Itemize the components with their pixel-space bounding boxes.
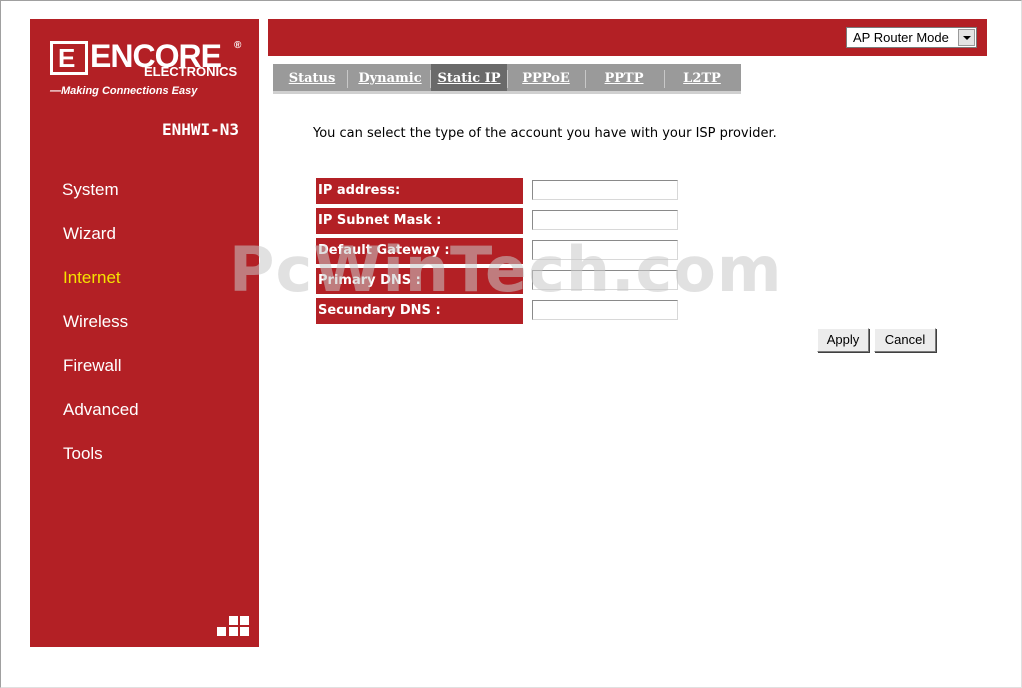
tab-pppoe[interactable]: PPPoE xyxy=(509,64,583,91)
tab-status[interactable]: Status xyxy=(281,64,343,91)
tab-bar: Status Dynamic IP Static IP PPPoE PPTP L… xyxy=(273,64,741,116)
sidebar-nav: System Wizard Internet Wireless Firewall… xyxy=(30,177,259,485)
field-label: IP address: xyxy=(316,178,523,204)
mode-select[interactable]: AP Router Mode xyxy=(846,27,977,48)
sidebar-item-wireless[interactable]: Wireless xyxy=(30,309,259,353)
chevron-down-icon[interactable] xyxy=(958,29,975,46)
sidebar: E ENCORE ® ELECTRONICS —Making Connectio… xyxy=(30,19,259,647)
sidebar-item-tools[interactable]: Tools xyxy=(30,441,259,485)
grid-icon xyxy=(217,616,250,638)
sidebar-item-system[interactable]: System xyxy=(30,177,259,221)
intro-text: You can select the type of the account y… xyxy=(313,126,777,141)
ip-address-input[interactable] xyxy=(532,180,678,200)
subnet-mask-input[interactable] xyxy=(532,210,678,230)
sidebar-item-wizard[interactable]: Wizard xyxy=(30,221,259,265)
sidebar-item-advanced[interactable]: Advanced xyxy=(30,397,259,441)
tab-divider xyxy=(347,70,348,88)
field-label: Default Gateway : xyxy=(316,238,523,264)
default-gateway-input[interactable] xyxy=(532,240,678,260)
apply-button[interactable]: Apply xyxy=(817,328,869,352)
cancel-button[interactable]: Cancel xyxy=(874,328,936,352)
tab-dynamic-ip[interactable]: Dynamic IP xyxy=(350,64,430,116)
field-label: IP Subnet Mask : xyxy=(316,208,523,234)
header-bar: AP Router Mode xyxy=(268,19,987,56)
tab-pptp[interactable]: PPTP xyxy=(587,64,661,91)
sidebar-item-firewall[interactable]: Firewall xyxy=(30,353,259,397)
sidebar-item-internet[interactable]: Internet xyxy=(30,265,259,309)
logo-subtitle: ELECTRONICS xyxy=(144,64,238,79)
tab-l2tp[interactable]: L2TP xyxy=(665,64,739,91)
logo-tagline: —Making Connections Easy xyxy=(50,85,198,97)
field-label: Primary DNS : xyxy=(316,268,523,294)
primary-dns-input[interactable] xyxy=(532,270,678,290)
logo-mark-icon: E xyxy=(50,41,88,75)
secundary-dns-input[interactable] xyxy=(532,300,678,320)
tab-static-ip[interactable]: Static IP xyxy=(431,64,507,91)
mode-select-value: AP Router Mode xyxy=(853,30,949,45)
tab-divider xyxy=(507,70,508,88)
tab-divider xyxy=(585,70,586,88)
field-label: Secundary DNS : xyxy=(316,298,523,324)
model-name: ENHWI-N3 xyxy=(161,120,239,139)
brand-logo: E ENCORE ® ELECTRONICS —Making Connectio… xyxy=(50,39,250,99)
logo-registered-mark: ® xyxy=(234,40,242,51)
